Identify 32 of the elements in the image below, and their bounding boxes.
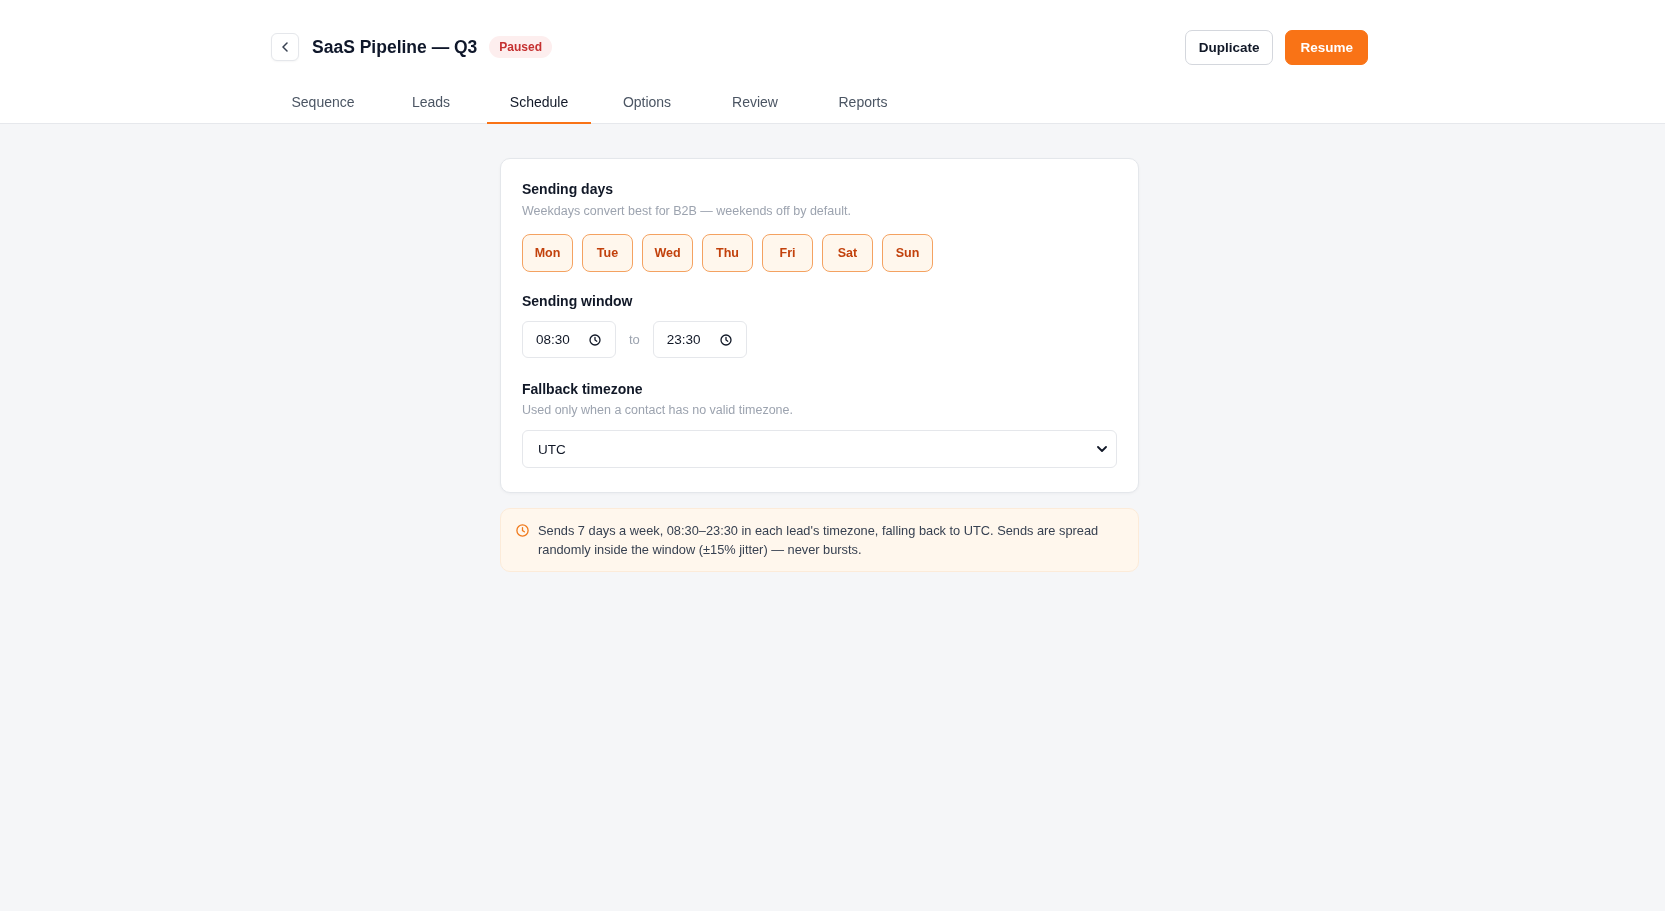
tab[interactable]: Options [595, 84, 699, 124]
campaign-title: SaaS Pipeline — Q3 [312, 36, 478, 58]
day-toggle[interactable]: Sun [882, 234, 933, 272]
section-title: Fallback timezone [522, 380, 644, 399]
clock-icon [589, 333, 601, 346]
clock-icon [719, 333, 732, 346]
secondary-action-button[interactable]: Duplicate [1184, 29, 1274, 65]
back-button[interactable] [271, 33, 299, 61]
separator-text: to [629, 332, 640, 347]
tab[interactable]: Review [703, 84, 807, 124]
day-toggle[interactable]: Tue [582, 234, 633, 272]
tab[interactable]: Reports [811, 84, 915, 124]
end-time-field[interactable]: 23:30 [652, 321, 747, 358]
day-toggle[interactable]: Fri [762, 234, 813, 272]
chevron-left-icon [282, 42, 288, 52]
section-hint: Used only when a contact has no valid timezone. [522, 402, 794, 418]
day-toggle[interactable]: Sat [822, 234, 873, 272]
clock-icon [516, 524, 529, 537]
summary-text: Sends 7 days a week, 08:30–23:30 in each lead's timezone, falling back to UTC. Sends are spread randomly inside the window (±15% jitter) — never bursts. [538, 522, 1100, 559]
start-time-field[interactable]: 08:30 [522, 321, 616, 358]
day-toggle[interactable]: Thu [702, 234, 753, 272]
tab[interactable]: Schedule [487, 84, 591, 124]
section-title: Sending window [522, 292, 634, 311]
day-toggle[interactable]: Mon [522, 234, 573, 272]
day-toggle[interactable]: Wed [642, 234, 693, 272]
timezone-select[interactable]: UTC [522, 430, 1117, 468]
status-badge: Paused [489, 36, 553, 58]
section-title: Sending days [522, 180, 615, 199]
tab[interactable]: Leads [379, 84, 483, 124]
section-hint: Weekdays convert best for B2B — weekends off by default. [522, 203, 852, 219]
chevron-down-icon [1097, 446, 1107, 452]
tab[interactable]: Sequence [271, 84, 375, 124]
